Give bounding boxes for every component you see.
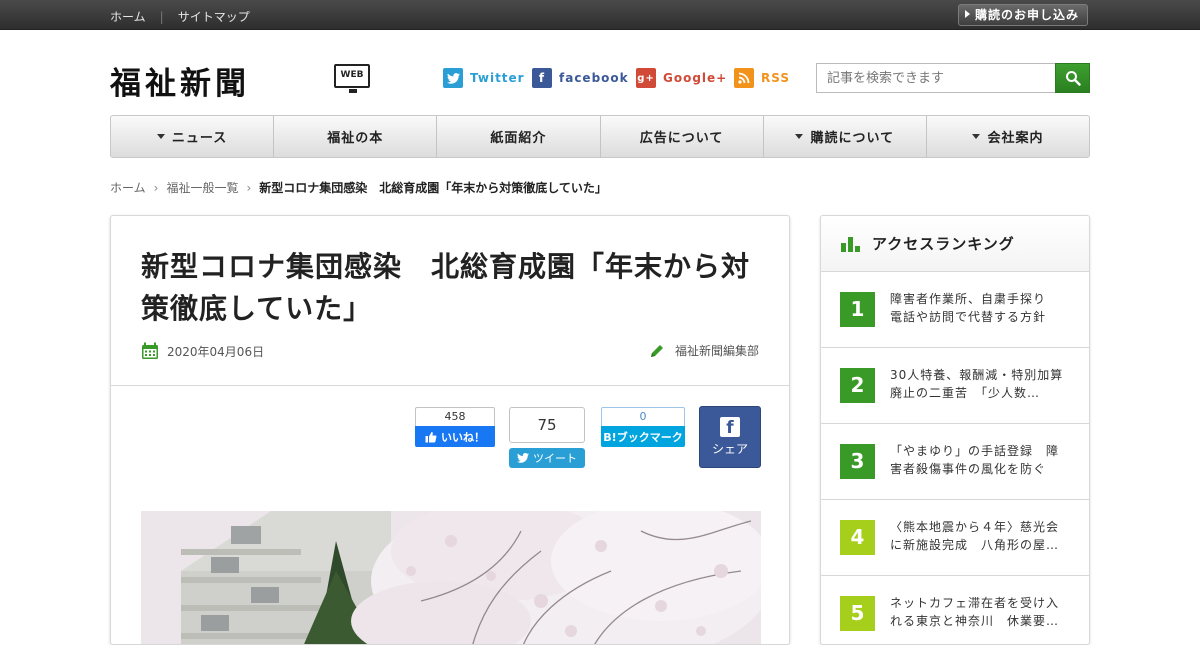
facebook-icon: f: [720, 417, 740, 438]
like-label: いいね！: [441, 430, 485, 444]
rank-number: 4: [840, 520, 875, 555]
facebook-icon: f: [532, 68, 552, 88]
article-card: 新型コロナ集団感染 北総育成園「年末から対策徹底していた」 2020年04月06…: [110, 215, 790, 645]
nav-label: 紙面紹介: [490, 131, 547, 146]
article-photo: [141, 511, 761, 644]
date-text: 2020年04月06日: [167, 344, 265, 359]
site-logo[interactable]: 福祉新聞 WEB: [110, 58, 370, 102]
rank-title[interactable]: ネットカフェ滞在者を受け入れる東京と神奈川 休業要…: [890, 594, 1070, 630]
ranking-item[interactable]: 5 ネットカフェ滞在者を受け入れる東京と神奈川 休業要…: [821, 576, 1089, 644]
google-label: Google+: [663, 71, 728, 85]
logo-text: 福祉新聞: [110, 66, 250, 102]
breadcrumb-home[interactable]: ホーム: [110, 181, 146, 195]
nav-label: 福祉の本: [327, 131, 384, 146]
rss-label: RSS: [761, 71, 790, 85]
caret-down-icon: [156, 134, 165, 139]
bar-chart-icon: [841, 236, 862, 252]
nav-item-news[interactable]: ニュース: [111, 116, 275, 157]
nav-label: ニュース: [171, 131, 228, 146]
top-link-home[interactable]: ホーム: [110, 10, 146, 24]
ranking-item[interactable]: 4 〈熊本地震から４年〉慈光会に新施設完成 八角形の屋…: [821, 500, 1089, 576]
rank-title[interactable]: 〈熊本地震から４年〉慈光会に新施設完成 八角形の屋…: [890, 518, 1070, 554]
rank-number: 3: [840, 444, 875, 479]
divider: |: [159, 10, 164, 24]
calendar-icon: [142, 342, 158, 359]
ranking-item[interactable]: 3 「やまゆり」の手話登録 障害者殺傷事件の風化を防ぐ: [821, 424, 1089, 500]
ranking-title: アクセスランキング: [872, 235, 1015, 253]
facebook-label: facebook: [559, 71, 629, 85]
article-author: 福祉新聞編集部: [649, 342, 759, 359]
photo-image: [141, 511, 761, 644]
ranking-item[interactable]: 2 30人特養、報酬減・特別加算廃止の二重苦 「少人数…: [821, 348, 1089, 424]
article-title: 新型コロナ集団感染 北総育成園「年末から対策徹底していた」: [141, 250, 751, 325]
twitter-icon: [517, 453, 529, 463]
fb-share-label: シェア: [711, 442, 748, 456]
breadcrumb: ホーム › 福祉一般一覧 › 新型コロナ集団感染 北総育成園「年末から対策徹底していた」: [110, 179, 607, 196]
hatena-bookmark-button[interactable]: 0 B!ブックマーク: [601, 407, 685, 447]
caret-down-icon: [972, 134, 981, 139]
nav-label: 購読について: [810, 131, 895, 146]
author-text: 福祉新聞編集部: [674, 344, 759, 358]
search-input[interactable]: [816, 63, 1056, 93]
breadcrumb-sep: ›: [246, 181, 252, 195]
rank-title[interactable]: 「やまゆり」の手話登録 障害者殺傷事件の風化を防ぐ: [890, 442, 1070, 478]
top-link-sitemap[interactable]: サイトマップ: [178, 10, 250, 24]
nav-item-company[interactable]: 会社案内: [927, 116, 1089, 157]
rank-number: 5: [840, 596, 875, 631]
subscribe-label: 購読のお申し込み: [974, 8, 1079, 22]
nav-item-books[interactable]: 福祉の本: [274, 116, 438, 157]
caret-down-icon: [795, 134, 804, 139]
arrow-right-icon: [964, 10, 970, 18]
nav-item-subscription[interactable]: 購読について: [764, 116, 927, 157]
top-links: ホーム | サイトマップ: [110, 8, 250, 25]
subscribe-button[interactable]: 購読のお申し込み: [957, 4, 1088, 26]
facebook-share-button[interactable]: f シェア: [699, 406, 761, 468]
main-nav: ニュース 福祉の本 紙面紹介 広告について 購読について 会社案内: [110, 115, 1090, 158]
rank-title[interactable]: 30人特養、報酬減・特別加算廃止の二重苦 「少人数…: [890, 366, 1070, 402]
facebook-like-button[interactable]: 458 いいね！: [415, 407, 495, 447]
nav-item-ads[interactable]: 広告について: [601, 116, 764, 157]
social-twitter-link[interactable]: Twitter: [443, 67, 525, 89]
nav-label: 広告について: [639, 131, 724, 146]
twitter-icon: [443, 68, 463, 88]
like-count: 458: [415, 407, 495, 426]
pencil-icon: [650, 344, 663, 357]
twitter-label: Twitter: [470, 71, 525, 85]
article-date: 2020年04月06日: [141, 342, 264, 360]
rank-number: 1: [840, 292, 875, 327]
tweet-button[interactable]: 75 ツイート: [509, 407, 585, 468]
breadcrumb-category[interactable]: 福祉一般一覧: [166, 181, 238, 195]
thumbs-up-icon: [425, 431, 437, 442]
search-box: [816, 63, 1090, 93]
rss-icon: [734, 68, 754, 88]
nav-label: 会社案内: [987, 131, 1044, 146]
rank-number: 2: [840, 368, 875, 403]
breadcrumb-sep: ›: [153, 181, 159, 195]
breadcrumb-current: 新型コロナ集団感染 北総育成園「年末から対策徹底していた」: [259, 181, 607, 195]
search-button[interactable]: [1055, 63, 1090, 93]
tweet-label: ツイート: [533, 452, 577, 465]
hatena-label: B!ブックマーク: [601, 426, 685, 447]
tweet-btn-face: ツイート: [509, 448, 585, 468]
hatena-count: 0: [601, 407, 685, 426]
social-facebook-link[interactable]: f facebook: [532, 67, 629, 89]
tweet-count: 75: [509, 407, 585, 443]
rank-title[interactable]: 障害者作業所、自粛手探り 電話や訪問で代替する方針: [890, 290, 1070, 326]
logo-web-badge: WEB: [334, 64, 370, 93]
top-bar: ホーム | サイトマップ 購読のお申し込み: [0, 0, 1200, 30]
divider: [111, 385, 789, 386]
ranking-item[interactable]: 1 障害者作業所、自粛手探り 電話や訪問で代替する方針: [821, 272, 1089, 348]
social-google-link[interactable]: g+ Google+: [636, 67, 727, 89]
social-rss-link[interactable]: RSS: [734, 67, 790, 89]
like-btn-face: いいね！: [415, 426, 495, 447]
nav-item-paper[interactable]: 紙面紹介: [437, 116, 601, 157]
search-icon: [1065, 71, 1081, 86]
google-plus-icon: g+: [636, 68, 656, 88]
ranking-header: アクセスランキング: [821, 216, 1089, 272]
ranking-sidebar: アクセスランキング 1 障害者作業所、自粛手探り 電話や訪問で代替する方針 2 …: [820, 215, 1090, 645]
